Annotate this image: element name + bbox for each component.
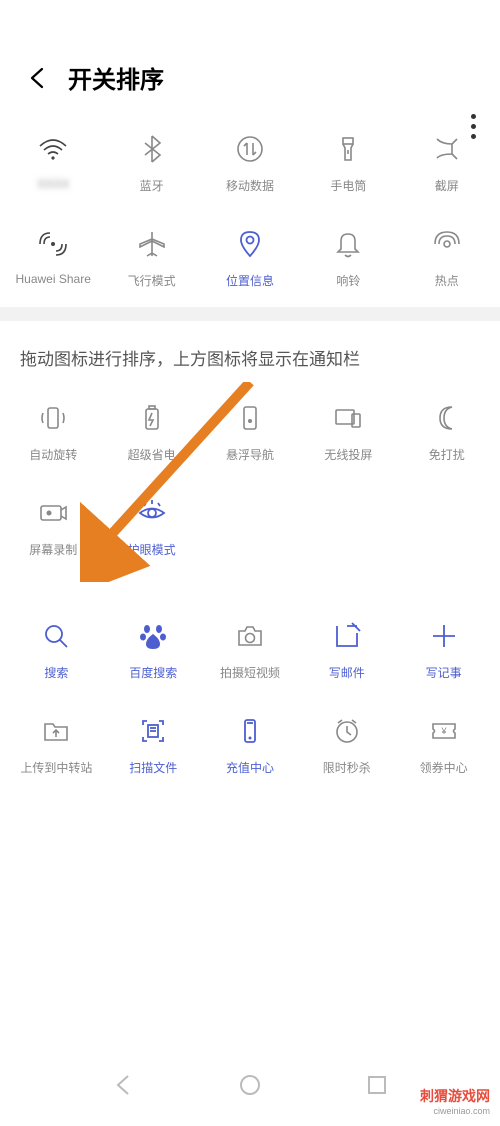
mobile-data-icon	[224, 123, 276, 175]
search-label: 搜索	[44, 664, 68, 681]
dnd-toggle[interactable]: 免打扰	[398, 378, 496, 473]
coupon-center-shortcut[interactable]: ¥ 领券中心	[395, 691, 492, 786]
scan-doc-shortcut[interactable]: 扫描文件	[105, 691, 202, 786]
watermark-url: ciweiniao.com	[420, 1106, 490, 1116]
mobile-data-toggle[interactable]: 移动数据	[201, 109, 299, 204]
location-toggle[interactable]: 位置信息	[201, 204, 299, 299]
wifi-toggle[interactable]: XXXX	[4, 109, 102, 204]
hotspot-label: 热点	[435, 272, 459, 289]
compose-mail-icon	[321, 610, 373, 662]
airplane-label: 飞行模式	[128, 272, 176, 289]
bluetooth-icon	[126, 123, 178, 175]
baidu-label: 百度搜索	[129, 664, 177, 681]
wireless-cast-icon	[322, 392, 374, 444]
compose-mail-shortcut[interactable]: 写邮件	[298, 596, 395, 691]
airplane-icon	[126, 218, 178, 270]
power-save-label: 超级省电	[128, 446, 176, 463]
nav-recent[interactable]	[364, 1072, 390, 1098]
shoot-video-shortcut[interactable]: 拍摄短视频	[202, 596, 299, 691]
nav-back[interactable]	[110, 1072, 136, 1098]
ring-label: 响铃	[336, 272, 360, 289]
recharge-icon	[224, 705, 276, 757]
flashlight-icon	[322, 123, 374, 175]
eye-care-toggle[interactable]: 护眼模式	[102, 473, 200, 568]
compose-note-label: 写记事	[426, 664, 462, 681]
power-save-icon	[126, 392, 178, 444]
section-divider	[0, 307, 500, 321]
screen-record-toggle[interactable]: 屏幕录制	[4, 473, 102, 568]
baidu-shortcut[interactable]: 百度搜索	[105, 596, 202, 691]
bluetooth-toggle[interactable]: 蓝牙	[102, 109, 200, 204]
dnd-icon	[421, 392, 473, 444]
compose-mail-label: 写邮件	[329, 664, 365, 681]
eye-care-label: 护眼模式	[128, 541, 176, 558]
compose-note-shortcut[interactable]: 写记事	[395, 596, 492, 691]
hotspot-icon	[421, 218, 473, 270]
huawei-share-icon	[27, 218, 79, 270]
flashlight-label: 手电筒	[330, 177, 366, 194]
screen-record-icon	[27, 487, 79, 539]
eye-care-icon	[126, 487, 178, 539]
shoot-video-label: 拍摄短视频	[220, 664, 280, 681]
recharge-label: 充值中心	[226, 759, 274, 776]
bluetooth-label: 蓝牙	[140, 177, 164, 194]
search-icon	[30, 610, 82, 662]
screenshot-toggle[interactable]: 截屏	[398, 109, 496, 204]
wifi-label: XXXX	[37, 177, 69, 191]
screenshot-label: 截屏	[435, 177, 459, 194]
plus-icon	[418, 610, 470, 662]
search-shortcut[interactable]: 搜索	[8, 596, 105, 691]
top-grid: XXXX 蓝牙 移动数据 手电筒 截屏 Huawei Share 飞行模式	[0, 109, 500, 299]
screenshot-icon	[421, 123, 473, 175]
scan-doc-icon	[127, 705, 179, 757]
clock-icon	[321, 705, 373, 757]
upload-icon	[30, 705, 82, 757]
power-save-toggle[interactable]: 超级省电	[102, 378, 200, 473]
recharge-shortcut[interactable]: 充值中心	[202, 691, 299, 786]
hotspot-toggle[interactable]: 热点	[398, 204, 496, 299]
location-label: 位置信息	[226, 272, 274, 289]
scan-doc-label: 扫描文件	[129, 759, 177, 776]
huawei-share-toggle[interactable]: Huawei Share	[4, 204, 102, 299]
dnd-label: 免打扰	[429, 446, 465, 463]
camera-icon	[224, 610, 276, 662]
auto-rotate-icon	[27, 392, 79, 444]
coupon-icon: ¥	[418, 705, 470, 757]
mid-grid: 自动旋转 超级省电 悬浮导航 无线投屏 免打扰 屏幕录制 护眼模式	[0, 378, 500, 568]
coupon-center-label: 领券中心	[420, 759, 468, 776]
ring-icon	[322, 218, 374, 270]
flashlight-toggle[interactable]: 手电筒	[299, 109, 397, 204]
baidu-icon	[127, 610, 179, 662]
nav-home[interactable]	[237, 1072, 263, 1098]
instruction-text: 拖动图标进行排序，上方图标将显示在通知栏	[0, 321, 500, 378]
auto-rotate-label: 自动旋转	[29, 446, 77, 463]
page-title: 开关排序	[68, 60, 164, 95]
shortcuts-section: 搜索 百度搜索 拍摄短视频 写邮件 写记事	[0, 596, 500, 786]
location-icon	[224, 218, 276, 270]
mobile-data-label: 移动数据	[226, 177, 274, 194]
ring-toggle[interactable]: 响铃	[299, 204, 397, 299]
screen-record-label: 屏幕录制	[29, 541, 77, 558]
flash-sale-label: 限时秒杀	[323, 759, 371, 776]
watermark: 刺猬游戏网 ciweiniao.com	[420, 1086, 490, 1116]
wireless-cast-toggle[interactable]: 无线投屏	[299, 378, 397, 473]
float-nav-toggle[interactable]: 悬浮导航	[201, 378, 299, 473]
wifi-icon	[27, 123, 79, 175]
huawei-share-label: Huawei Share	[16, 272, 91, 286]
more-menu[interactable]	[471, 114, 476, 139]
auto-rotate-toggle[interactable]: 自动旋转	[4, 378, 102, 473]
flash-sale-shortcut[interactable]: 限时秒杀	[298, 691, 395, 786]
back-button[interactable]	[22, 62, 54, 94]
float-nav-icon	[224, 392, 276, 444]
header: 开关排序	[0, 42, 500, 109]
watermark-logo: 刺猬游戏网	[420, 1086, 490, 1106]
upload-station-label: 上传到中转站	[20, 759, 92, 776]
float-nav-label: 悬浮导航	[226, 446, 274, 463]
svg-text:¥: ¥	[440, 726, 447, 736]
airplane-toggle[interactable]: 飞行模式	[102, 204, 200, 299]
upload-station-shortcut[interactable]: 上传到中转站	[8, 691, 105, 786]
wireless-cast-label: 无线投屏	[324, 446, 372, 463]
